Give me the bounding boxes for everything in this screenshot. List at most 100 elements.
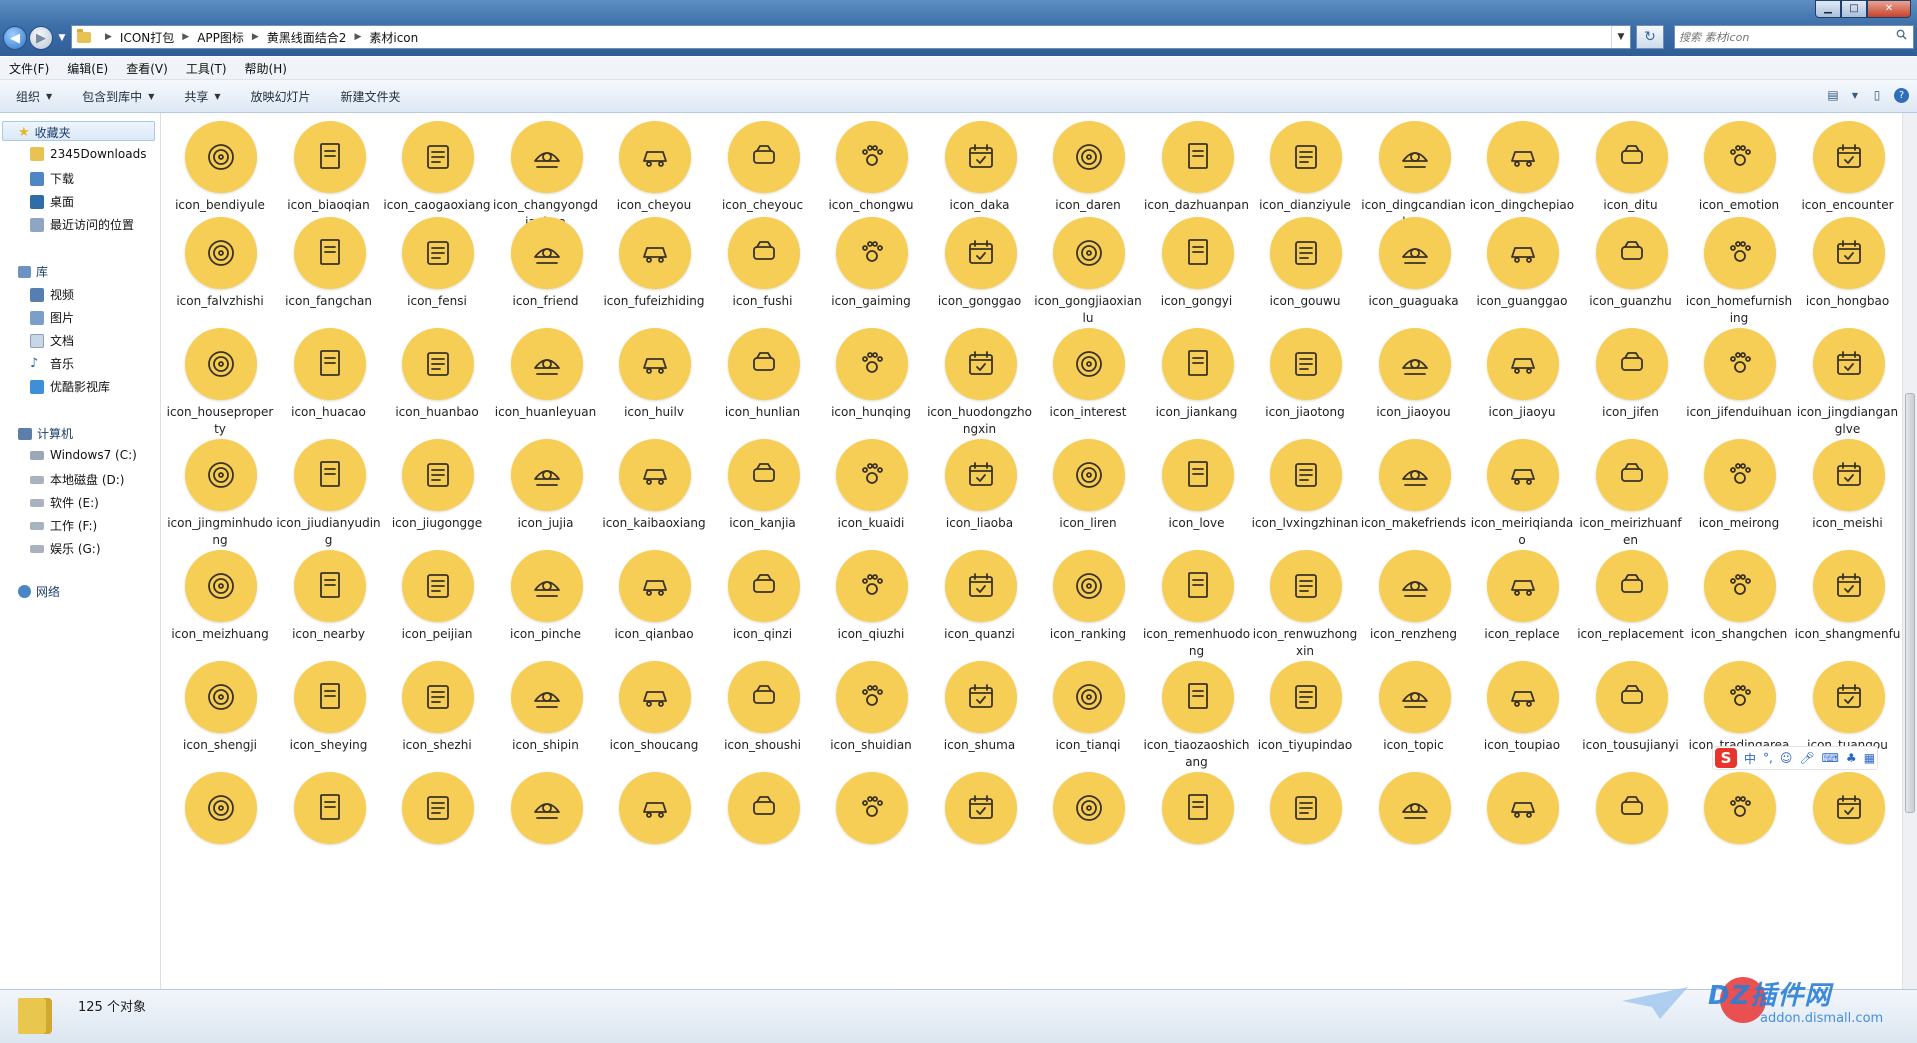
file-tile[interactable]: icon_meirong [1685, 431, 1793, 535]
file-tile[interactable]: icon_hunlian [709, 320, 817, 424]
file-tile[interactable] [1360, 764, 1468, 868]
sidebar-libraries[interactable]: 库 [18, 263, 48, 280]
file-tile[interactable]: icon_meirizhuanfen [1577, 431, 1685, 547]
file-tile[interactable]: icon_tuangou [1794, 653, 1902, 757]
file-tile[interactable]: icon_meiriqiandao [1468, 431, 1576, 547]
file-tile[interactable]: icon_jiankang [1143, 320, 1251, 424]
close-button[interactable]: ✕ [1867, 0, 1911, 18]
file-tile[interactable]: icon_qianbao [600, 542, 708, 646]
menu-view[interactable]: 查看(V) [117, 60, 177, 77]
address-bar[interactable]: ▶ ICON打包 ▶ APP图标 ▶ 黄黑线面结合2 ▶ 素材icon ▼ [71, 25, 1631, 49]
file-tile[interactable]: icon_fensi [383, 209, 491, 313]
file-tile[interactable]: icon_dianziyule [1251, 113, 1359, 217]
search-box[interactable] [1674, 25, 1914, 49]
sidebar-item-drive-g[interactable]: 娱乐 (G:) [30, 540, 101, 557]
file-tile[interactable]: icon_ditu [1577, 113, 1685, 217]
file-tile[interactable]: icon_remenhuodong [1143, 542, 1251, 658]
file-tile[interactable]: icon_lvxingzhinan [1251, 431, 1359, 535]
search-icon[interactable] [1896, 29, 1907, 40]
organize-button[interactable]: 组织 ▼ [0, 88, 66, 105]
file-tile[interactable]: icon_qiuzhi [817, 542, 925, 646]
breadcrumb-item[interactable]: ICON打包 [120, 29, 174, 46]
file-tile[interactable]: icon_guanggao [1468, 209, 1576, 313]
file-tile[interactable]: icon_peijian [383, 542, 491, 646]
file-tile[interactable]: icon_dingcandianhua [1360, 113, 1468, 229]
sogou-ime-logo[interactable]: S [1715, 748, 1737, 768]
microphone-icon[interactable]: 🎤︎ [1799, 751, 1814, 765]
ime-language-toggle[interactable]: 中 [1744, 750, 1756, 767]
file-tile[interactable] [1143, 764, 1251, 868]
chevron-right-icon[interactable]: ▶ [354, 32, 361, 42]
sidebar-item-desktop[interactable]: 桌面 [30, 193, 74, 210]
file-tile[interactable]: icon_jiaoyou [1360, 320, 1468, 424]
file-tile[interactable]: icon_love [1143, 431, 1251, 535]
breadcrumb-item[interactable]: 黄黑线面结合2 [267, 29, 347, 46]
file-tile[interactable]: icon_gouwu [1251, 209, 1359, 313]
menu-tools[interactable]: 工具(T) [177, 60, 236, 77]
file-tile[interactable] [492, 764, 600, 868]
include-in-library-button[interactable]: 包含到库中 ▼ [66, 88, 168, 105]
file-tile[interactable]: icon_shuidian [817, 653, 925, 757]
file-tile[interactable]: icon_shangmenfu [1794, 542, 1902, 646]
file-tile[interactable]: icon_hongbao [1794, 209, 1902, 313]
sidebar-item-recent-places[interactable]: 最近访问的位置 [30, 216, 134, 233]
file-tile[interactable]: icon_homefurnishing [1685, 209, 1793, 325]
file-tile[interactable]: icon_dingchepiao [1468, 113, 1576, 217]
file-tile[interactable]: icon_qinzi [709, 542, 817, 646]
file-tile[interactable]: icon_huanleyuan [492, 320, 600, 424]
file-tile[interactable]: icon_pinche [492, 542, 600, 646]
file-tile[interactable]: icon_houseproperty [166, 320, 274, 436]
menu-file[interactable]: 文件(F) [0, 60, 58, 77]
file-tile[interactable]: icon_changyongdianhua [492, 113, 600, 229]
file-tile[interactable] [817, 764, 925, 868]
file-tile[interactable] [1577, 764, 1685, 868]
scrollbar-thumb[interactable] [1905, 393, 1915, 813]
file-tile[interactable]: icon_toupiao [1468, 653, 1576, 757]
sidebar-item-pictures[interactable]: 图片 [30, 309, 74, 326]
sidebar-computer[interactable]: 计算机 [18, 425, 73, 442]
file-tile[interactable] [1468, 764, 1576, 868]
file-tile[interactable]: icon_cheyou [600, 113, 708, 217]
file-tile[interactable]: icon_jingminhudong [166, 431, 274, 547]
file-tile[interactable]: icon_huanbao [383, 320, 491, 424]
file-tile[interactable]: icon_fufeizhiding [600, 209, 708, 313]
sidebar-item-drive-d[interactable]: 本地磁盘 (D:) [30, 471, 124, 488]
sidebar-item-youku-library[interactable]: 优酷影视库 [30, 378, 110, 395]
file-tile[interactable]: icon_renzheng [1360, 542, 1468, 646]
file-tile[interactable]: icon_shoucang [600, 653, 708, 757]
file-tile[interactable]: icon_biaoqian [275, 113, 383, 217]
file-tile[interactable]: icon_liren [1034, 431, 1142, 535]
back-button[interactable]: ◀ [3, 26, 27, 50]
file-tile[interactable]: icon_shangchen [1685, 542, 1793, 646]
file-tile[interactable] [383, 764, 491, 868]
file-tile[interactable]: icon_guanzhu [1577, 209, 1685, 313]
file-tile[interactable]: icon_gongyi [1143, 209, 1251, 313]
change-view-icon[interactable]: ▤ [1822, 86, 1844, 104]
file-tile[interactable]: icon_fushi [709, 209, 817, 313]
sidebar-item-downloads-2345[interactable]: 2345Downloads [30, 147, 146, 161]
file-tile[interactable] [926, 764, 1034, 868]
file-tile[interactable]: icon_meishi [1794, 431, 1902, 535]
search-input[interactable] [1679, 29, 1879, 45]
toolbox-icon[interactable]: ▦ [1864, 751, 1875, 765]
file-tile[interactable] [1251, 764, 1359, 868]
file-tile[interactable]: icon_jujia [492, 431, 600, 535]
file-tile[interactable]: icon_hunqing [817, 320, 925, 424]
file-tile[interactable]: icon_jifenduihuan [1685, 320, 1793, 424]
file-tile[interactable]: icon_nearby [275, 542, 383, 646]
sidebar-item-music[interactable]: ♪ 音乐 [30, 355, 74, 372]
vertical-scrollbar[interactable] [1902, 113, 1917, 989]
file-tile[interactable]: icon_gonggao [926, 209, 1034, 313]
ime-punctuation-toggle[interactable]: °, [1763, 751, 1773, 765]
skin-icon[interactable]: ♣ [1846, 751, 1857, 765]
sidebar-favorites[interactable]: ★ 收藏夹 [18, 124, 71, 141]
address-history-dropdown[interactable]: ▼ [1611, 26, 1630, 48]
chevron-right-icon[interactable]: ▶ [182, 32, 189, 42]
file-tile[interactable]: icon_caogaoxiang [383, 113, 491, 217]
view-options-dropdown[interactable]: ▼ [1850, 86, 1860, 104]
file-tile[interactable] [1034, 764, 1142, 868]
file-tile[interactable]: icon_sheying [275, 653, 383, 757]
file-tile[interactable]: icon_jiudianyuding [275, 431, 383, 547]
sidebar-item-drive-f[interactable]: 工作 (F:) [30, 517, 97, 534]
file-tile[interactable]: icon_encounter [1794, 113, 1902, 217]
